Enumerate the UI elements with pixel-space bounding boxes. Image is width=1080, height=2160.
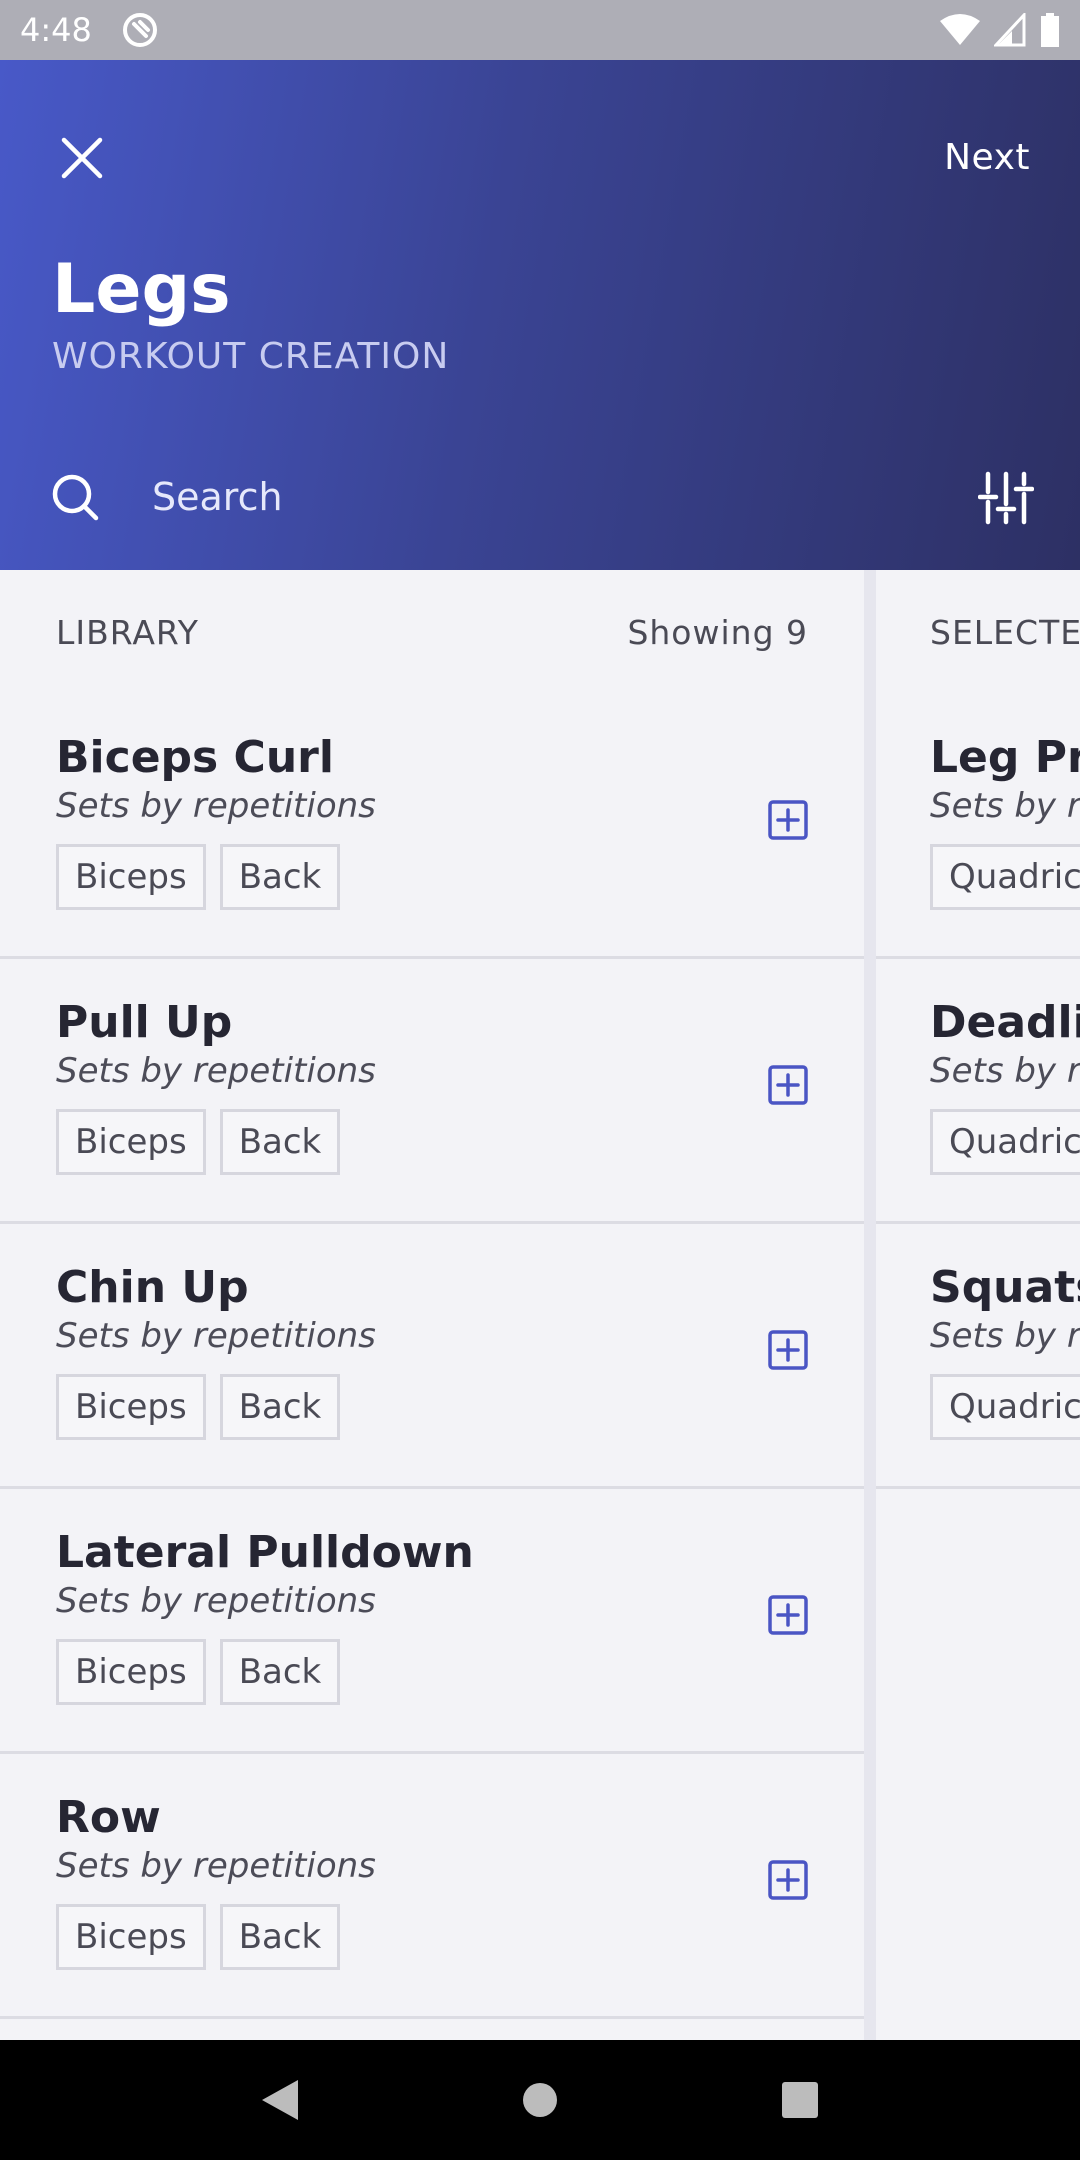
muscle-tag: Back: [219, 1904, 341, 1970]
plus-square-icon[interactable]: [768, 1330, 808, 1370]
close-icon: [61, 137, 103, 179]
selected-item[interactable]: Deadlif Sets by r Quadrice: [876, 959, 1080, 1224]
library-panel: LIBRARY Showing 9 Biceps Curl Sets by re…: [0, 570, 864, 2040]
status-time: 4:48: [20, 11, 92, 49]
exercise-type: Sets by r: [930, 1316, 1080, 1356]
library-item[interactable]: Lateral Pulldown Sets by repetitions Bic…: [0, 1489, 864, 1754]
muscle-tag: Biceps: [56, 1109, 206, 1175]
selected-heading: SELECTE: [930, 612, 1080, 652]
next-button[interactable]: Next: [944, 128, 1030, 188]
muscle-tag: Biceps: [56, 1374, 206, 1440]
tag-list: Quadrice: [930, 1109, 1080, 1175]
panel-divider: [864, 570, 876, 2040]
back-button[interactable]: [240, 2060, 320, 2140]
exercise-type: Sets by r: [930, 1051, 1080, 1091]
back-triangle-icon: [262, 2080, 298, 2120]
plus-square-icon[interactable]: [768, 1595, 808, 1635]
app-notification-icon: [122, 13, 157, 47]
sliders-icon[interactable]: [978, 470, 1034, 526]
library-heading: LIBRARY: [56, 612, 199, 652]
library-item[interactable]: Chin Up Sets by repetitions Biceps Back: [0, 1224, 864, 1489]
selected-item[interactable]: Leg Pre Sets by r Quadrice: [876, 694, 1080, 959]
page-subtitle: WORKOUT CREATION: [52, 336, 450, 377]
exercise-name: Deadlif: [930, 997, 1080, 1048]
library-item[interactable]: Row Sets by repetitions Biceps Back: [0, 1754, 864, 2019]
exercise-type: Sets by repetitions: [56, 1051, 376, 1091]
muscle-tag: Back: [219, 1639, 341, 1705]
search-icon: [52, 474, 99, 521]
muscle-tag: Back: [219, 1374, 341, 1440]
exercise-name: Leg Pre: [930, 732, 1080, 783]
page-title: Legs: [52, 250, 231, 329]
tag-list: Quadrice: [930, 1374, 1080, 1440]
tag-list: Biceps Back: [56, 844, 341, 910]
plus-square-icon[interactable]: [768, 800, 808, 840]
header: Next Legs WORKOUT CREATION: [0, 60, 1080, 570]
exercise-type: Sets by repetitions: [56, 1581, 376, 1621]
muscle-tag: Biceps: [56, 1904, 206, 1970]
library-item[interactable]: Pull Up Sets by repetitions Biceps Back: [0, 959, 864, 1224]
exercise-type: Sets by repetitions: [56, 786, 376, 826]
selected-header: SELECTE: [876, 570, 1080, 694]
tag-list: Biceps Back: [56, 1904, 341, 1970]
muscle-tag: Quadrice: [930, 844, 1080, 910]
selected-panel: SELECTE Leg Pre Sets by r Quadrice Deadl…: [876, 570, 1080, 2040]
selected-item[interactable]: Squats Sets by r Quadrice: [876, 1224, 1080, 1489]
wifi-icon: [940, 14, 980, 45]
muscle-tag: Quadrice: [930, 1109, 1080, 1175]
exercise-type: Sets by repetitions: [56, 1316, 376, 1356]
status-icons: [940, 13, 1060, 47]
signal-icon: [994, 13, 1026, 47]
tag-list: Biceps Back: [56, 1639, 341, 1705]
plus-square-icon[interactable]: [768, 1065, 808, 1105]
muscle-tag: Biceps: [56, 1639, 206, 1705]
muscle-tag: Biceps: [56, 844, 206, 910]
exercise-name: Lateral Pulldown: [56, 1527, 474, 1578]
exercise-name: Squats: [930, 1262, 1080, 1313]
search-input[interactable]: [152, 465, 912, 529]
home-circle-icon: [523, 2083, 557, 2117]
library-count: Showing 9: [627, 612, 808, 652]
muscle-tag: Back: [219, 1109, 341, 1175]
library-header: LIBRARY Showing 9: [0, 570, 864, 694]
recents-button[interactable]: [760, 2060, 840, 2140]
battery-icon: [1041, 13, 1059, 47]
status-bar: 4:48: [0, 0, 1080, 60]
close-button[interactable]: [52, 128, 112, 188]
muscle-tag: Quadrice: [930, 1374, 1080, 1440]
exercise-type: Sets by r: [930, 786, 1080, 826]
tag-list: Biceps Back: [56, 1374, 341, 1440]
muscle-tag: Back: [219, 844, 341, 910]
navigation-bar: [0, 2040, 1080, 2160]
exercise-name: Chin Up: [56, 1262, 249, 1313]
exercise-name: Row: [56, 1792, 161, 1843]
library-item[interactable]: Biceps Curl Sets by repetitions Biceps B…: [0, 694, 864, 959]
tag-list: Quadrice: [930, 844, 1080, 910]
exercise-name: Biceps Curl: [56, 732, 334, 783]
home-button[interactable]: [500, 2060, 580, 2140]
tag-list: Biceps Back: [56, 1109, 341, 1175]
exercise-name: Pull Up: [56, 997, 233, 1048]
exercise-type: Sets by repetitions: [56, 1846, 376, 1886]
plus-square-icon[interactable]: [768, 1860, 808, 1900]
recents-square-icon: [782, 2082, 818, 2118]
